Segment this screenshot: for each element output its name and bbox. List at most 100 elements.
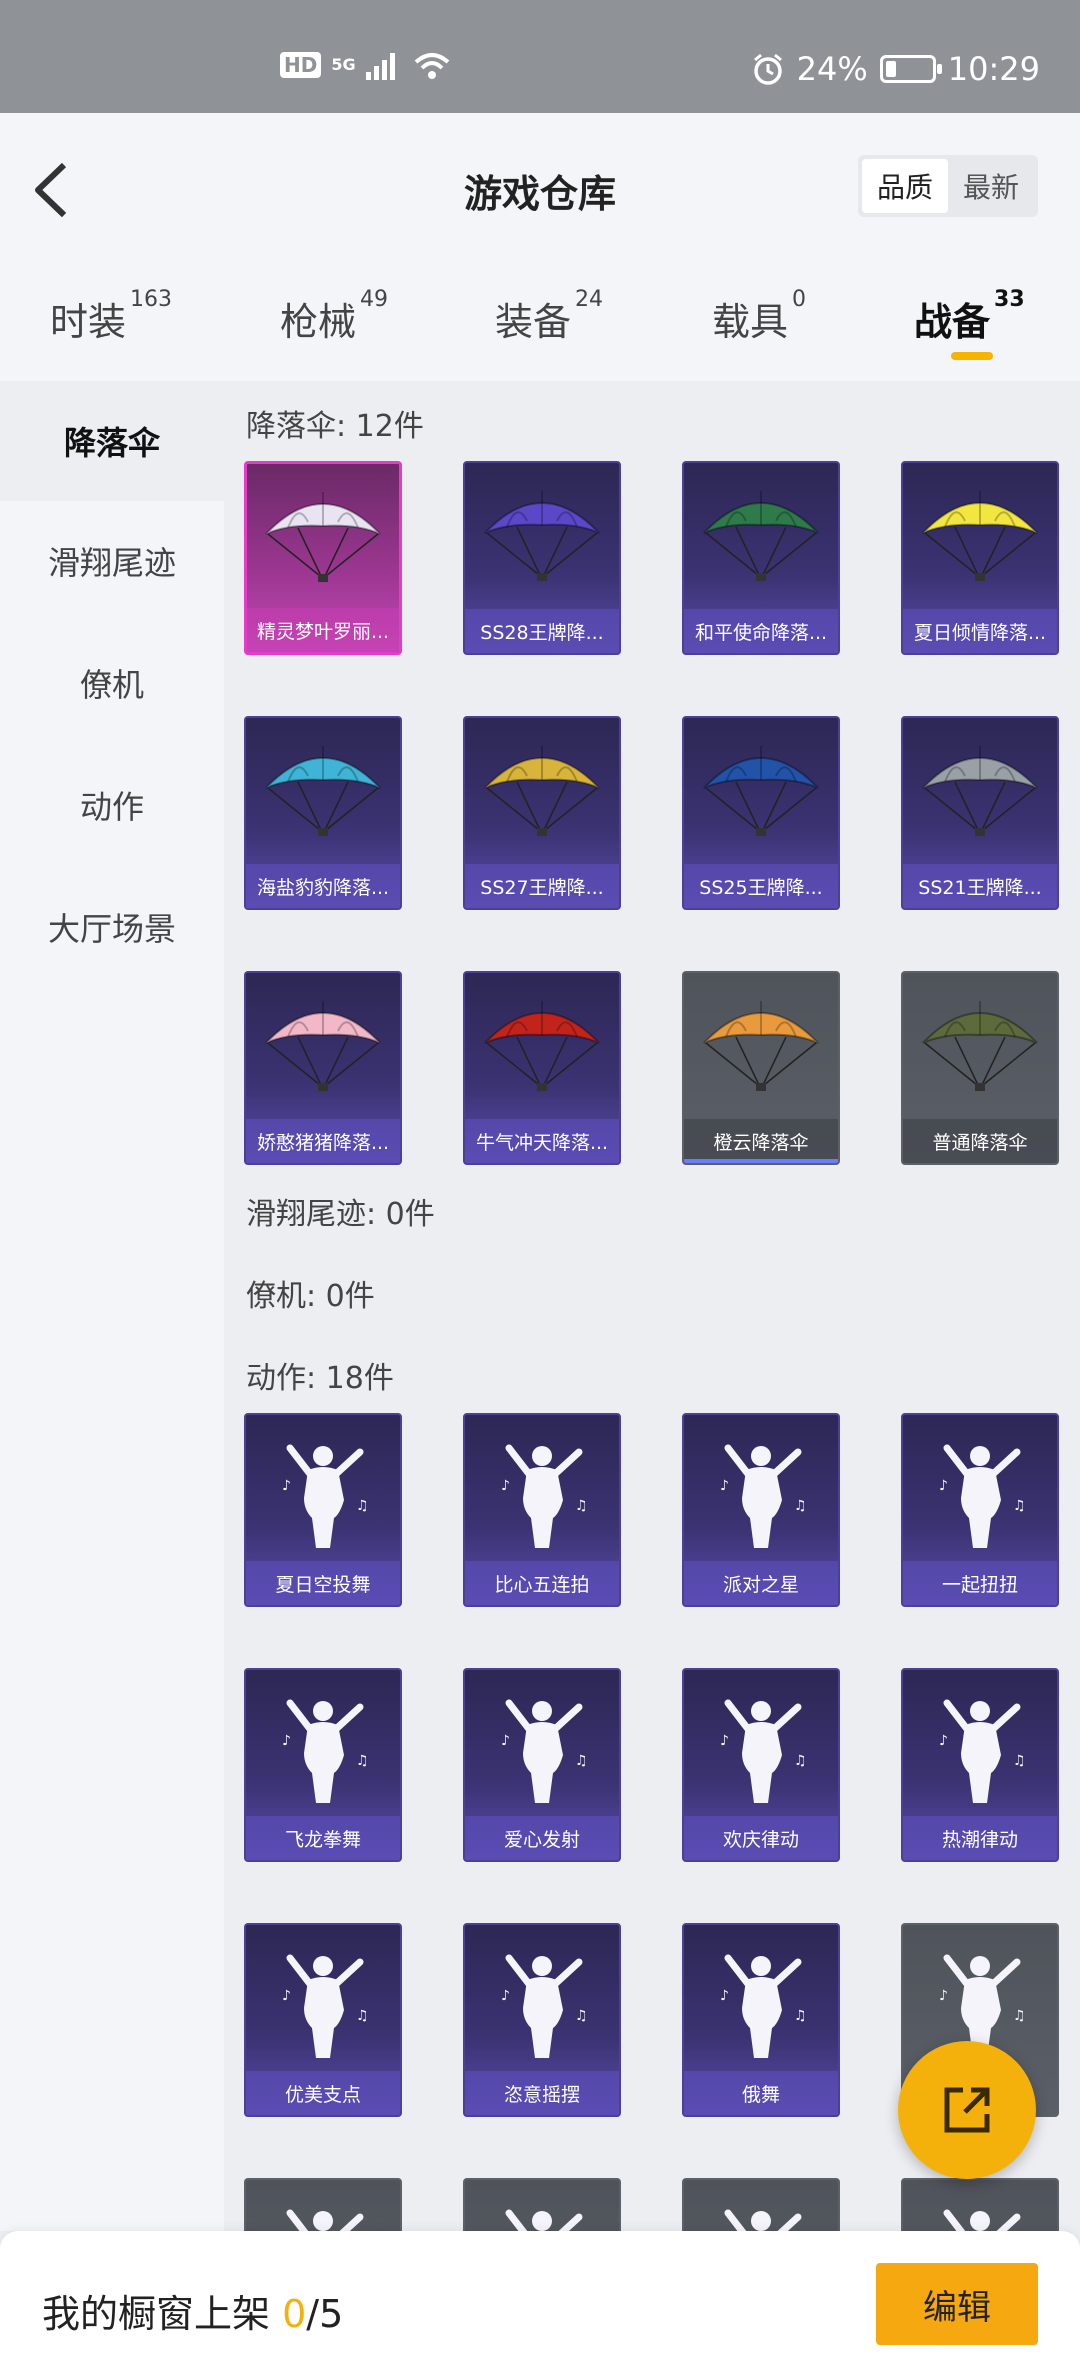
emote-image: ♪♫ (246, 1935, 400, 2065)
emote-card[interactable]: ♪ ♫ 派对之星 (682, 1413, 840, 1607)
edit-button[interactable]: 编辑 (876, 2263, 1038, 2345)
svg-text:♪: ♪ (282, 1988, 291, 2004)
tab-count: 49 (360, 287, 389, 312)
sidebar-item-emote[interactable]: 动作 (0, 745, 224, 865)
emote-card[interactable]: ♪ ♫ 优美支点 (244, 1923, 402, 2117)
tab-guns[interactable]: 枪械49 (280, 287, 388, 346)
section-title-wingman: 僚机: 0件 (246, 1279, 375, 1314)
dance-figure-icon: ♪♫ (282, 1699, 369, 1803)
svg-text:♫: ♫ (794, 2008, 807, 2024)
emote-card[interactable]: ♪ ♫ 恣意摇摆 (463, 1923, 621, 2117)
emote-image: ♪♫ (465, 1935, 619, 2065)
parachute-card[interactable]: SS27王牌降... (463, 716, 621, 910)
share-button[interactable] (898, 2041, 1036, 2179)
showcase-current: 0 (282, 2292, 307, 2336)
parachute-card[interactable]: SS21王牌降... (901, 716, 1059, 910)
sort-newest-button[interactable]: 最新 (948, 159, 1034, 213)
parachute-label: SS27王牌降... (465, 864, 619, 908)
parachute-card[interactable]: 橙云降落伞 (682, 971, 840, 1165)
emote-image: ♪♫ (465, 1425, 619, 1555)
parachute-label: 牛气冲天降落... (465, 1119, 619, 1163)
tab-fashion[interactable]: 时装163 (50, 287, 172, 346)
parachute-card[interactable]: 普通降落伞 (901, 971, 1059, 1165)
parachute-icon (484, 746, 600, 836)
svg-text:♫: ♫ (1013, 1753, 1026, 1769)
emote-card[interactable]: ♪ ♫ 飞龙拳舞 (244, 1668, 402, 1862)
emote-image: ♪♫ (903, 1680, 1057, 1810)
sort-quality-button[interactable]: 品质 (862, 159, 948, 213)
emote-card-locked[interactable]: ♪♫ (463, 2178, 621, 2231)
sidebar-item-trail[interactable]: 滑翔尾迹 (0, 501, 224, 621)
category-tabs: 时装163 枪械49 装备24 载具0 战备33 (0, 263, 1080, 381)
sidebar-item-parachute[interactable]: 降落伞 (0, 381, 224, 501)
parachute-image (684, 728, 838, 858)
parachute-card[interactable]: 牛气冲天降落... (463, 971, 621, 1165)
emote-card[interactable]: ♪ ♫ 欢庆律动 (682, 1668, 840, 1862)
parachute-card[interactable]: SS25王牌降... (682, 716, 840, 910)
svg-text:♫: ♫ (794, 1753, 807, 1769)
emote-card-locked[interactable]: ♪♫ (682, 2178, 840, 2231)
parachute-card[interactable]: 精灵梦叶罗丽... (244, 461, 402, 655)
parachute-image (247, 474, 399, 604)
parachute-card[interactable]: SS28王牌降... (463, 461, 621, 655)
parachute-card[interactable]: 和平使命降落... (682, 461, 840, 655)
clock: 10:29 (947, 50, 1040, 88)
emote-label: 一起扭扭 (903, 1561, 1057, 1605)
emote-image: ♪♫ (684, 1425, 838, 1555)
parachute-image (246, 728, 400, 858)
sidebar-item-wingman[interactable]: 僚机 (0, 623, 224, 743)
svg-text:♫: ♫ (1013, 1498, 1026, 1514)
svg-text:♫: ♫ (575, 1498, 588, 1514)
parachute-card[interactable]: 娇憨猪猪降落... (244, 971, 402, 1165)
emote-card[interactable]: ♪ ♫ 夏日空投舞 (244, 1413, 402, 1607)
tab-battle-prep[interactable]: 战备33 (914, 287, 1025, 346)
parachute-image (903, 983, 1057, 1113)
svg-text:♫: ♫ (356, 1498, 369, 1514)
parachute-icon (484, 491, 600, 581)
showcase-status: 我的橱窗上架 0/5 (42, 2283, 343, 2338)
parachute-image (684, 473, 838, 603)
svg-text:♫: ♫ (794, 1498, 807, 1514)
emote-card[interactable]: ♪ ♫ 一起扭扭 (901, 1413, 1059, 1607)
status-right: 24% 10:29 (751, 50, 1040, 88)
svg-text:♪: ♪ (720, 1988, 729, 2004)
parachute-card[interactable]: 海盐豹豹降落... (244, 716, 402, 910)
emote-image: ♪♫ (684, 2190, 838, 2231)
sidebar-item-lobby-scene[interactable]: 大厅场景 (0, 867, 224, 987)
alarm-icon (753, 53, 782, 85)
parachute-image (684, 983, 838, 1113)
emote-image: ♪♫ (246, 2190, 400, 2231)
parachute-icon (265, 746, 381, 836)
emote-label: 欢庆律动 (684, 1816, 838, 1860)
parachute-label: 普通降落伞 (903, 1119, 1057, 1163)
parachute-label: 和平使命降落... (684, 609, 838, 653)
emote-card[interactable]: ♪ ♫ 俄舞 (682, 1923, 840, 2117)
parachute-icon (484, 1001, 600, 1091)
tab-equipment[interactable]: 装备24 (495, 287, 603, 346)
svg-text:♪: ♪ (939, 1988, 948, 2004)
emote-image: ♪♫ (465, 1680, 619, 1810)
svg-text:♪: ♪ (720, 1478, 729, 1494)
selected-indicator (684, 1159, 838, 1163)
parachute-image (465, 473, 619, 603)
sidebar: 降落伞 滑翔尾迹 僚机 动作 大厅场景 (0, 381, 224, 2231)
tab-label: 装备 (495, 300, 572, 344)
dance-figure-icon: ♪♫ (720, 1699, 807, 1803)
tab-vehicles[interactable]: 载具0 (712, 287, 806, 346)
svg-text:♪: ♪ (282, 1478, 291, 1494)
parachute-image (903, 728, 1057, 858)
emote-label: 爱心发射 (465, 1816, 619, 1860)
emote-card[interactable]: ♪ ♫ 爱心发射 (463, 1668, 621, 1862)
emote-card-locked[interactable]: ♪♫ (244, 2178, 402, 2231)
parachute-card[interactable]: 夏日倾情降落... (901, 461, 1059, 655)
sort-toggle: 品质 最新 (858, 155, 1038, 217)
parachute-icon (703, 491, 819, 581)
emote-card[interactable]: ♪ ♫ 热潮律动 (901, 1668, 1059, 1862)
parachute-icon (922, 1001, 1038, 1091)
emote-card[interactable]: ♪ ♫ 比心五连拍 (463, 1413, 621, 1607)
svg-text:♫: ♫ (356, 2008, 369, 2024)
emote-image: ♪♫ (246, 1680, 400, 1810)
active-tab-indicator (951, 352, 993, 360)
emote-card-locked[interactable]: ♪♫ (901, 2178, 1059, 2231)
svg-text:♫: ♫ (356, 1753, 369, 1769)
